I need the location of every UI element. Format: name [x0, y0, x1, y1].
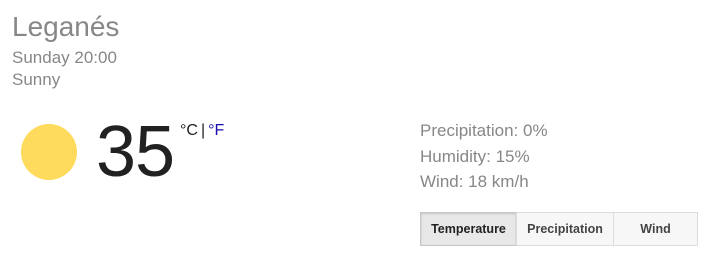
location-name: Leganés — [12, 11, 120, 42]
temperature-value: 35 — [96, 112, 175, 192]
unit-separator: | — [200, 122, 206, 139]
sun-icon — [21, 124, 77, 180]
weather-card: Leganés Sunday 20:00 Sunny 35 °C | °F Prec… — [0, 0, 720, 262]
date-time: Sunday 20:00 — [12, 48, 117, 67]
unit-switcher: °C | °F — [180, 121, 224, 141]
weather-details: Precipitation: 0% Humidity: 15% Wind: 18… — [420, 118, 548, 195]
tab-wind[interactable]: Wind — [613, 212, 698, 246]
wind-detail: Wind: 18 km/h — [420, 172, 529, 191]
precipitation-detail: Precipitation: 0% — [420, 121, 548, 140]
tab-precipitation[interactable]: Precipitation — [516, 212, 614, 246]
chart-tabs: Temperature Precipitation Wind — [420, 212, 698, 246]
fahrenheit-link[interactable]: °F — [208, 122, 224, 139]
humidity-detail: Humidity: 15% — [420, 146, 530, 166]
weather-condition: Sunny — [12, 70, 61, 89]
tab-temperature[interactable]: Temperature — [420, 212, 517, 246]
celsius-unit[interactable]: °C — [180, 122, 198, 139]
